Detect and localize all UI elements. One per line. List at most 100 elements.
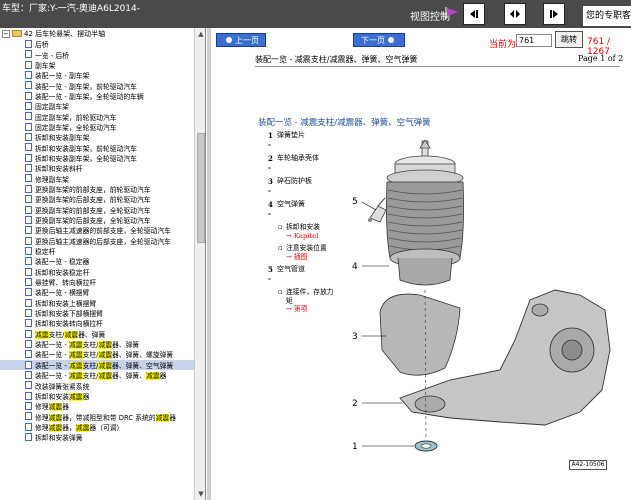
- tree-item[interactable]: 更换副车架的后部支座，全轮驱动汽车: [0, 215, 194, 225]
- tree-item-label: 固定副车架，全轮驱动汽车: [35, 122, 117, 132]
- document-icon: [25, 391, 32, 400]
- tree-item-label: 更换后轴主减速器的后部支座，全轮驱动汽车: [35, 236, 171, 246]
- tree-item[interactable]: 拆卸和安装下部横摆臂: [0, 308, 194, 318]
- tree-item-text: 更换副车架的前部支座，前轮驱动汽车: [35, 185, 151, 194]
- tree-item[interactable]: 更换副车架的前部支座，前轮驱动汽车: [0, 184, 194, 194]
- legend-link[interactable]: → Kapitel: [286, 232, 318, 240]
- tree-item[interactable]: 装配一览 - 减震支柱/减震器、弹簧、螺旋弹簧: [0, 349, 194, 360]
- page-number-input[interactable]: 761: [516, 34, 552, 47]
- collapse-icon[interactable]: −: [2, 29, 10, 38]
- tree-item[interactable]: 悬挂臂、转向横拉杆: [0, 277, 194, 287]
- tree-item[interactable]: 更换后轴主减速器的前部支座，全轮驱动汽车: [0, 225, 194, 235]
- tree-item-text: 器，带减阻型和带 DRC 系统的: [62, 413, 156, 422]
- tree-item[interactable]: 更换后轴主减速器的后部支座，全轮驱动汽车: [0, 236, 194, 246]
- tree-item[interactable]: 装配一览 - 横摆臂: [0, 287, 194, 297]
- scroll-up-icon[interactable]: ▲: [195, 28, 205, 40]
- tree-item-text: 更换副车架的前部支座，全轮驱动汽车: [35, 206, 151, 215]
- tree-item[interactable]: 拆卸和安装减震器: [0, 391, 194, 401]
- tree-item[interactable]: 修理减震器，减震器（可调）: [0, 422, 194, 432]
- search-highlight: 减震: [68, 372, 83, 381]
- tree-item-text: 装配一览 - 副车架，前轮驱动汽车: [35, 82, 137, 91]
- tree-item-label: 装配一览 - 减震支柱/减震器、弹簧、螺旋弹簧: [35, 349, 173, 360]
- prev-dot-icon: [226, 37, 232, 43]
- legend-link[interactable]: → 第项: [286, 305, 307, 313]
- tree-item[interactable]: 稳定杆: [0, 246, 194, 256]
- first-page-button[interactable]: [463, 3, 485, 25]
- tree-item-text: 支柱/: [82, 341, 99, 350]
- tree-item-text: 器: [159, 372, 167, 381]
- scroll-thumb[interactable]: [197, 133, 205, 243]
- last-page-button[interactable]: [543, 3, 565, 25]
- tree-scrollbar[interactable]: ▲ ▼: [194, 28, 205, 500]
- document-icon: [25, 60, 32, 69]
- tree-item[interactable]: 装配一览 - 副车架，全轮驱动的车辆: [0, 91, 194, 101]
- tree-item[interactable]: 修理减震器: [0, 401, 194, 412]
- tree-item[interactable]: 装配一览 - 减震支柱/减震器、弹簧、空气弹簧: [0, 359, 194, 370]
- tree-item[interactable]: 装配一览 - 副车架: [0, 70, 194, 80]
- legend-item: 2 - 车轮轴承壳体: [268, 154, 334, 172]
- tree-item-label: 更换副车架的前部支座，前轮驱动汽车: [35, 184, 151, 194]
- tree-item[interactable]: 修理减震器，带减阻型和带 DRC 系统的减震器: [0, 411, 194, 422]
- tree-item[interactable]: 拆卸和安装弹簧: [0, 432, 194, 442]
- pane-splitter[interactable]: [207, 28, 211, 500]
- tree-item[interactable]: 固定副车架，前轮驱动汽车: [0, 111, 194, 122]
- tree-item-text: 支柱/: [82, 351, 99, 360]
- tree-item[interactable]: 装配一览 - 副车架，前轮驱动汽车: [0, 80, 194, 91]
- tree-item[interactable]: 拆卸和安装副车架，全轮驱动汽车: [0, 153, 194, 163]
- tree-item-text: 修理: [35, 423, 49, 432]
- tree-item-label: 更换副车架的后部支座，全轮驱动汽车: [35, 215, 151, 225]
- legend-link[interactable]: → 插图: [286, 253, 307, 261]
- tree-item[interactable]: 更换副车架的前部支座，全轮驱动汽车: [0, 205, 194, 215]
- tree-item-label: 一览 - 后桥: [35, 50, 69, 60]
- tree-item[interactable]: 拆卸和安装稳定杆: [0, 267, 194, 277]
- tree-item[interactable]: 拆卸和安装斜杆: [0, 163, 194, 173]
- scroll-down-icon[interactable]: ▼: [195, 488, 205, 500]
- tree-item[interactable]: 更换副车架的后部支座，前轮驱动汽车: [0, 194, 194, 204]
- tree-item[interactable]: 装配一览 - 稳定器: [0, 256, 194, 266]
- tree-root-node[interactable]: − 42 后车轮悬架、摆动半轴: [0, 28, 105, 39]
- tree-item[interactable]: 改装弹簧张紧系统: [0, 380, 194, 391]
- tree-item-label: 拆卸和安装弹簧: [35, 432, 83, 442]
- tree-item[interactable]: 固定副车架: [0, 101, 194, 111]
- document-icon: [25, 81, 32, 90]
- tree-item-text: 装配一览 -: [35, 341, 69, 350]
- tree-item[interactable]: 修理副车架: [0, 173, 194, 184]
- document-icon: [25, 433, 32, 442]
- search-highlight: 减震: [155, 413, 170, 422]
- tree-item-label: 修理减震器，带减阻型和带 DRC 系统的减震器: [35, 412, 176, 422]
- tree-item[interactable]: 拆卸和安装转向横拉杆: [0, 318, 194, 328]
- prev-page-button[interactable]: 上一页: [216, 33, 266, 47]
- document-icon: [25, 205, 32, 214]
- search-highlight: 减震: [68, 361, 83, 370]
- document-icon: [25, 319, 32, 328]
- tree-item-text: 装配一览 -: [35, 351, 69, 360]
- tree-item[interactable]: 拆卸和安装副车架: [0, 132, 194, 142]
- legend-number: 4 -: [268, 200, 273, 218]
- tree-item[interactable]: 拆卸和安装副车架，前轮驱动汽车: [0, 142, 194, 153]
- tree-item[interactable]: 拆卸和安装上横摆臂: [0, 298, 194, 308]
- tree-item[interactable]: 副车架: [0, 60, 194, 70]
- document-icon: [25, 236, 32, 245]
- next-page-button[interactable]: 下一页: [353, 33, 405, 47]
- tree-item[interactable]: 减震支柱/减震器、弹簧: [0, 329, 194, 339]
- tree-item-text: 拆卸和安装副车架: [35, 134, 90, 143]
- document-icon: [25, 371, 32, 379]
- tree-item[interactable]: 装配一览 - 减震支柱/减震器、弹簧: [0, 339, 194, 350]
- search-highlight: 减震: [35, 330, 49, 339]
- fit-page-icon: [510, 10, 520, 18]
- document-icon: [25, 122, 32, 131]
- tree-item-label: 装配一览 - 稳定器: [35, 256, 89, 266]
- legend-item: 3 - 碎石防护板: [268, 177, 334, 195]
- tree-item-text: 副车架: [35, 61, 56, 70]
- tree-item[interactable]: 后桥: [0, 39, 194, 49]
- current-page-label: 当前为: [489, 40, 517, 50]
- jump-button[interactable]: 跳转: [555, 31, 583, 48]
- tree-item-text: 支柱/: [48, 330, 65, 339]
- tree-item[interactable]: 装配一览 - 减震支柱/减震器、弹簧、减震器: [0, 370, 194, 381]
- tree-item[interactable]: 一览 - 后桥: [0, 49, 194, 60]
- document-icon: [25, 412, 32, 421]
- tree-item-text: 拆卸和安装副车架，前轮驱动汽车: [35, 144, 137, 153]
- tree-item[interactable]: 固定副车架，全轮驱动汽车: [0, 122, 194, 132]
- tree-item-label: 装配一览 - 副车架，前轮驱动汽车: [35, 81, 137, 91]
- fit-page-button[interactable]: [504, 3, 526, 25]
